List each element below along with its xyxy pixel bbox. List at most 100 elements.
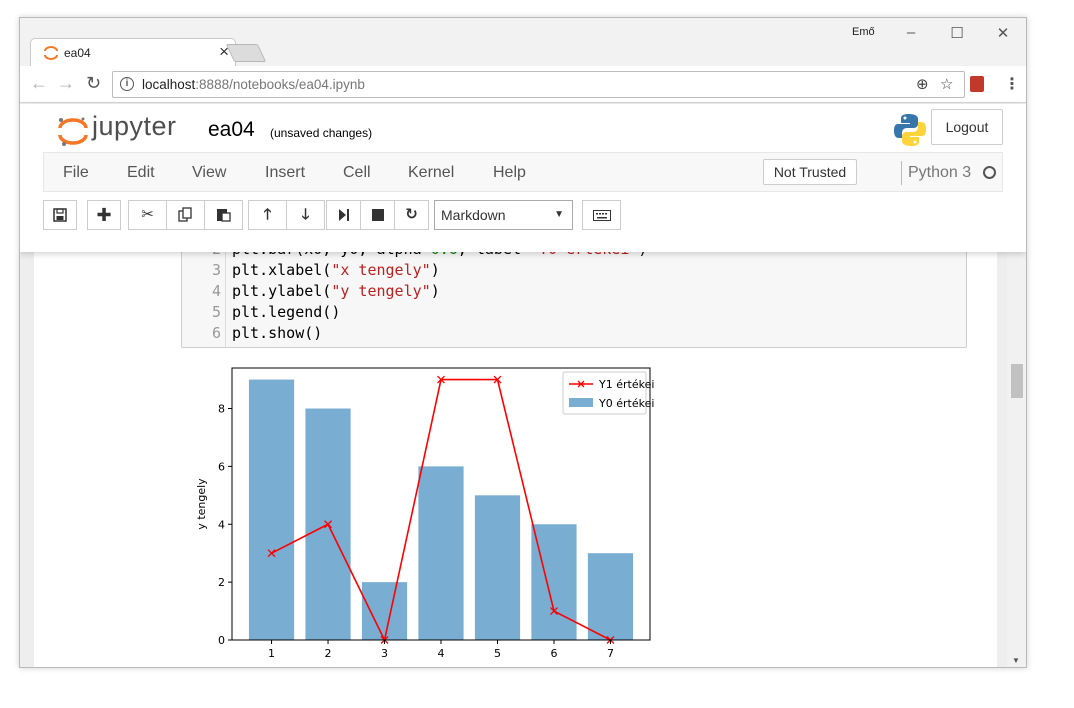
menu-cell[interactable]: Cell [343, 164, 371, 182]
paste-icon [217, 209, 231, 222]
line-number: 4 [211, 282, 221, 300]
save-status: (unsaved changes) [270, 126, 373, 140]
page-scrollbar[interactable]: ▲ ▼ [1007, 236, 1026, 667]
browser-menu-icon[interactable]: ⋮ [1004, 74, 1020, 94]
cut-button[interactable]: ✂ [128, 200, 167, 230]
menu-kernel[interactable]: Kernel [408, 164, 454, 182]
move-down-button[interactable]: 🡓 [286, 200, 325, 230]
not-trusted-button[interactable]: Not Trusted [763, 159, 857, 185]
run-button[interactable] [326, 200, 361, 230]
line-number: 3 [211, 261, 221, 279]
insert-cell-button[interactable]: ✚ [87, 200, 121, 230]
menu-help[interactable]: Help [493, 164, 526, 182]
x-tick-label: 7 [607, 647, 614, 660]
minimize-icon[interactable]: – [896, 24, 926, 41]
kernel-status-icon [983, 166, 996, 179]
menu-insert[interactable]: Insert [265, 164, 305, 182]
notebook-margin-left [20, 236, 34, 667]
browser-tab[interactable]: ea04 × [30, 38, 236, 66]
y-tick-label: 8 [218, 403, 225, 416]
code-text: plt.legend() [232, 303, 341, 321]
paste-button[interactable] [204, 200, 243, 230]
line-number: 5 [211, 303, 221, 321]
scrollbar-thumb[interactable] [1011, 364, 1023, 398]
profile-badge[interactable]: Emő [852, 26, 875, 38]
y-tick-label: 0 [218, 634, 225, 647]
zoom-icon[interactable]: ⊕ [916, 75, 929, 93]
menu-view[interactable]: View [192, 164, 226, 182]
x-tick-label: 3 [381, 647, 388, 660]
move-up-button[interactable]: 🡑 [248, 200, 287, 230]
jupyter-wordmark[interactable]: jupyter [92, 111, 177, 142]
code-text: plt.show() [232, 324, 323, 342]
arrow-up-icon: 🡑 [263, 206, 272, 223]
chart-bar [418, 466, 464, 640]
save-button[interactable] [43, 200, 77, 230]
code-cell[interactable]: 2plt.bar(x0, y0, alpha=0.6, label="Y0 ér… [181, 236, 967, 348]
x-tick-label: 2 [325, 647, 332, 660]
cell-type-value: Markdown [441, 207, 506, 223]
x-tick-label: 5 [494, 647, 501, 660]
keyboard-icon [592, 210, 611, 221]
chart-bar [474, 495, 521, 640]
legend-label-y0: Y0 értékei [598, 397, 654, 410]
run-icon [338, 209, 349, 221]
url-text: localhost:8888/notebooks/ea04.ipynb [142, 77, 365, 92]
tab-title: ea04 [64, 46, 91, 60]
back-icon[interactable]: ← [30, 74, 48, 92]
menu-file[interactable]: File [63, 164, 89, 182]
jupyter-favicon-icon [44, 46, 58, 60]
menu-edit[interactable]: Edit [127, 164, 155, 182]
python-logo-icon [894, 114, 926, 146]
kernel-divider [901, 161, 902, 185]
x-tick-label: 1 [268, 647, 275, 660]
y-tick-label: 4 [218, 518, 225, 531]
code-text: plt.ylabel("y tengely") [232, 282, 440, 300]
kernel-name[interactable]: Python 3 [908, 164, 971, 182]
plus-icon: ✚ [96, 205, 112, 225]
y-axis-label: y tengely [195, 478, 208, 530]
command-palette-button[interactable] [582, 200, 621, 230]
menubar: File Edit View Insert Cell Kernel Help N… [43, 152, 1003, 192]
forward-icon[interactable]: → [57, 74, 75, 92]
notebook-container: 2plt.bar(x0, y0, alpha=0.6, label="Y0 ér… [34, 236, 997, 667]
y-tick-label: 2 [218, 576, 225, 589]
browser-toolbar: ← → ↻ i localhost:8888/notebooks/ea04.ip… [20, 66, 1026, 103]
logout-button[interactable]: Logout [931, 109, 1003, 145]
close-window-icon[interactable]: ✕ [988, 24, 1018, 42]
code-text: plt.xlabel("x tengely") [232, 261, 440, 279]
stop-icon [371, 209, 384, 221]
maximize-icon[interactable]: ☐ [942, 24, 972, 42]
bookmark-star-icon[interactable]: ☆ [940, 75, 953, 93]
save-icon [53, 208, 67, 222]
line-number: 6 [211, 324, 221, 342]
legend-label-y1: Y1 értékei [598, 378, 654, 391]
cell-type-select[interactable]: Markdown ▼ [434, 200, 573, 230]
jupyter-logo-icon [58, 117, 88, 146]
notebook-margin-right [997, 236, 1007, 667]
copy-icon [178, 207, 192, 222]
chart-bar [587, 553, 634, 640]
tab-strip: ea04 × Emő – ☐ ✕ [20, 18, 1026, 66]
notebook-toolbar: ✚ ✂ 🡑 🡓 ↻ Markdown ▼ [43, 200, 1003, 232]
site-info-icon[interactable]: i [120, 77, 134, 91]
interrupt-button[interactable] [360, 200, 395, 230]
scroll-down-icon[interactable]: ▼ [1012, 656, 1020, 665]
notebook-name[interactable]: ea04 [208, 118, 255, 142]
caret-down-icon: ▼ [554, 209, 564, 220]
scissors-icon: ✂ [141, 206, 154, 223]
extension-icon[interactable] [970, 76, 984, 92]
chart-bar [531, 524, 577, 640]
jupyter-header: jupyter ea04 (unsaved changes) Logout Fi… [20, 104, 1026, 252]
restart-button[interactable]: ↻ [394, 200, 429, 230]
reload-icon[interactable]: ↻ [86, 74, 101, 92]
arrow-down-icon: 🡓 [301, 206, 310, 223]
address-bar[interactable]: i localhost:8888/notebooks/ea04.ipynb ⊕ … [112, 71, 965, 98]
x-tick-label: 6 [550, 647, 557, 660]
chart-bar [248, 379, 295, 640]
restart-icon: ↻ [405, 206, 418, 223]
browser-window: ea04 × Emő – ☐ ✕ ← → ↻ i localhost:8888/… [19, 17, 1027, 668]
legend-bar-swatch [569, 398, 593, 407]
x-tick-label: 4 [438, 647, 445, 660]
copy-button[interactable] [166, 200, 205, 230]
